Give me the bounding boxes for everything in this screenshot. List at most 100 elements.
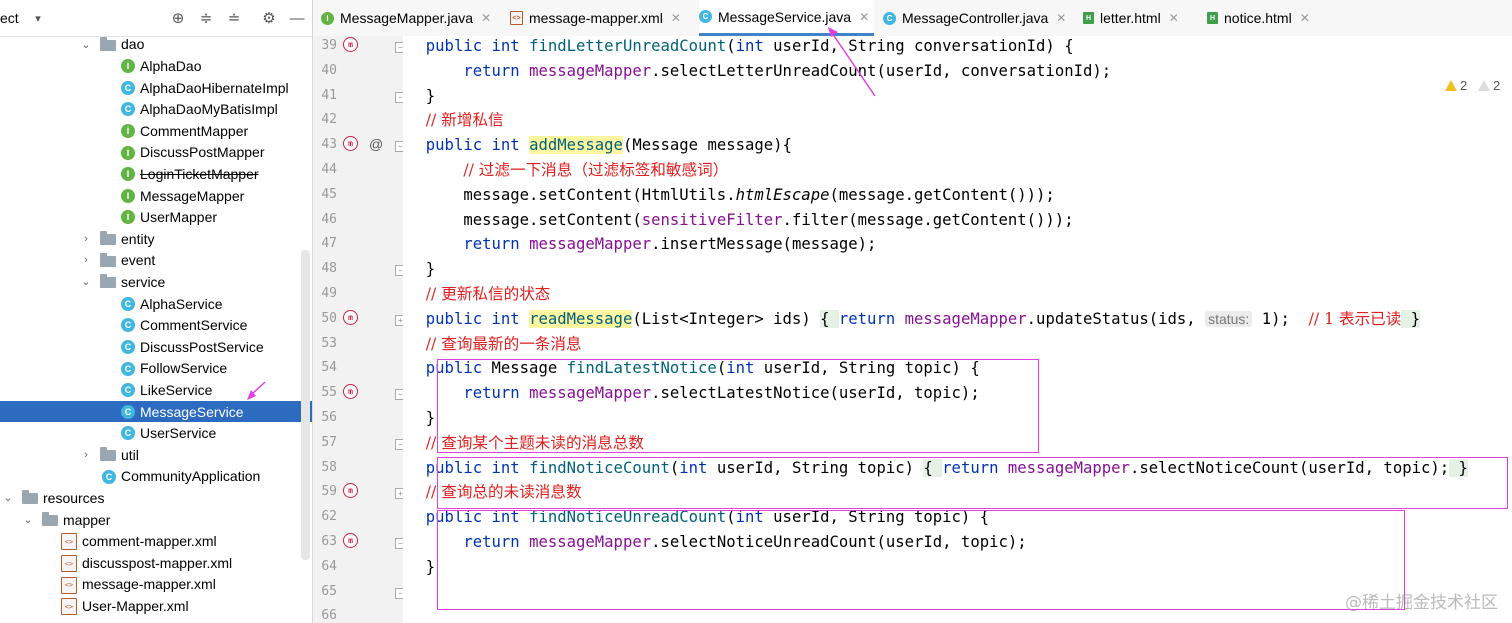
implements-method-icon[interactable]: m xyxy=(343,384,358,400)
tree-item[interactable]: C MessageService xyxy=(0,400,312,423)
implements-method-icon[interactable]: m xyxy=(343,533,358,548)
code-token: .insertMessage(message); xyxy=(651,235,877,254)
close-tab-icon[interactable]: ✕ xyxy=(671,11,681,25)
tree-item[interactable]: ⌄ dao xyxy=(0,34,312,56)
class-icon: C xyxy=(121,361,135,376)
close-tab-icon[interactable]: ✕ xyxy=(1056,11,1066,25)
tree-item[interactable]: ⌄ resources xyxy=(0,487,312,509)
tree-item-label: discusspost-mapper.xml xyxy=(82,554,233,571)
code-token: message.setContent( xyxy=(407,210,642,229)
editor-tab[interactable]: C MessageService.java ✕ xyxy=(699,0,874,36)
collapsed-arrow-icon[interactable]: › xyxy=(80,254,92,266)
expanded-arrow-icon[interactable]: ⌄ xyxy=(80,38,92,51)
tree-item[interactable]: C CommentService xyxy=(0,314,312,336)
class-icon: C xyxy=(699,10,712,23)
tree-item[interactable]: C AlphaService xyxy=(0,293,312,315)
tree-item[interactable]: I UserMapper xyxy=(0,206,312,228)
dropdown-icon[interactable]: ▾ xyxy=(28,8,48,28)
code-token: { xyxy=(820,309,839,328)
tree-item[interactable]: <> User-Mapper.xml xyxy=(0,595,312,617)
tree-item[interactable]: C AlphaDaoHibernateImpl xyxy=(0,77,312,99)
tree-item[interactable]: › entity xyxy=(0,228,312,250)
tree-item[interactable]: C FollowService xyxy=(0,358,312,380)
line-number: 54 xyxy=(321,360,337,376)
tree-item-label: dao xyxy=(121,36,145,53)
tree-item[interactable]: C LikeService xyxy=(0,379,312,401)
gear-icon[interactable]: ⚙ xyxy=(259,8,279,28)
editor-tab[interactable]: I MessageMapper.java ✕ xyxy=(321,0,501,36)
code-token: } xyxy=(407,260,436,279)
expanded-arrow-icon[interactable]: ⌄ xyxy=(22,513,34,526)
tree-item-label: MessageMapper xyxy=(140,187,245,204)
collapsed-arrow-icon[interactable]: › xyxy=(80,449,92,461)
implements-method-icon[interactable]: m xyxy=(343,483,358,499)
expand-all-icon[interactable]: ≑ xyxy=(196,8,216,28)
annotation-box-notice-count xyxy=(437,457,1508,509)
project-scrollbar[interactable] xyxy=(301,250,310,560)
code-line: message.setContent(sensitiveFilter.filte… xyxy=(407,208,1073,232)
tree-item[interactable]: C AlphaDaoMyBatisImpl xyxy=(0,98,312,120)
code-token: public int xyxy=(425,136,530,155)
tree-item[interactable]: ⌄ mapper xyxy=(0,509,312,531)
code-line: // 新增私信 xyxy=(407,108,504,132)
tree-item[interactable]: C CommunityApplication xyxy=(0,466,312,488)
tree-item-label: AlphaService xyxy=(140,295,223,312)
implements-method-icon[interactable]: m xyxy=(343,136,358,152)
interface-icon: I xyxy=(121,188,135,203)
warnings-count: 2 xyxy=(1460,78,1468,93)
code-token: // 查询最新的一条消息 xyxy=(425,334,582,353)
tree-item[interactable]: › util xyxy=(0,444,312,466)
tree-item[interactable]: I AlphaDao xyxy=(0,55,312,77)
implements-method-icon[interactable]: m xyxy=(343,37,358,52)
tree-item[interactable]: C DiscussPostService xyxy=(0,336,312,358)
annotation-icon[interactable]: @ xyxy=(369,136,383,152)
editor-tab[interactable]: C MessageController.java ✕ xyxy=(883,0,1075,36)
code-token: (List<Integer> ids) xyxy=(632,309,821,328)
class-icon: C xyxy=(121,340,135,354)
expanded-arrow-icon[interactable]: ⌄ xyxy=(80,275,92,288)
collapsed-arrow-icon[interactable]: › xyxy=(80,233,92,245)
tree-item[interactable]: I CommentMapper xyxy=(0,120,312,142)
tree-item[interactable]: <> message-mapper.xml xyxy=(0,574,312,596)
line-number: 63 xyxy=(321,534,337,549)
close-tab-icon[interactable]: ✕ xyxy=(1300,11,1310,25)
code-token: } xyxy=(1401,309,1421,328)
warnings-indicator[interactable]: 2 xyxy=(1445,78,1467,93)
tree-item[interactable]: <> comment-mapper.xml xyxy=(0,530,312,552)
tree-item[interactable]: I MessageMapper xyxy=(0,185,312,207)
weak-warnings-indicator[interactable]: 2 xyxy=(1478,78,1500,93)
tree-item[interactable]: I LoginTicketMapper xyxy=(0,163,312,185)
editor-tab[interactable]: Hletter.html ✕ xyxy=(1083,0,1198,36)
class-icon: C xyxy=(121,318,135,333)
editor-tab[interactable]: Hnotice.html ✕ xyxy=(1207,0,1322,36)
expanded-arrow-icon[interactable]: ⌄ xyxy=(2,491,14,504)
code-token: (message.getContent())); xyxy=(829,185,1055,204)
tab-label: MessageService.java xyxy=(718,8,852,25)
close-tab-icon[interactable]: ✕ xyxy=(481,11,491,25)
editor-tab[interactable]: <> message-mapper.xml ✕ xyxy=(510,0,690,36)
interface-icon: I xyxy=(321,11,334,25)
tree-item[interactable]: <> discusspost-mapper.xml xyxy=(0,552,312,574)
code-token: } xyxy=(407,86,436,105)
close-tab-icon[interactable]: ✕ xyxy=(1169,11,1179,25)
collapse-all-icon[interactable]: ≐ xyxy=(224,8,244,28)
hide-icon[interactable]: — xyxy=(287,8,307,28)
class-icon: C xyxy=(121,404,135,419)
locate-icon[interactable]: ⊕ xyxy=(168,8,188,28)
tree-item[interactable]: › event xyxy=(0,250,312,272)
tree-item[interactable]: C UserService xyxy=(0,422,312,444)
code-token: .updateStatus(ids, xyxy=(1026,309,1206,328)
tree-item[interactable]: ⌄ service xyxy=(0,271,312,293)
tree-item-label: UserMapper xyxy=(140,209,218,226)
project-panel-title[interactable]: ect xyxy=(0,10,19,26)
code-line: return messageMapper.insertMessage(messa… xyxy=(407,232,876,256)
implements-method-icon[interactable]: m xyxy=(343,309,358,325)
tree-item[interactable]: I DiscussPostMapper xyxy=(0,142,312,164)
close-tab-icon[interactable]: ✕ xyxy=(859,10,869,24)
class-icon: C xyxy=(121,102,135,117)
line-number: 47 xyxy=(321,236,337,252)
tree-item-label: UserService xyxy=(140,425,217,442)
folder-icon xyxy=(42,511,58,526)
code-token: return xyxy=(463,235,530,254)
